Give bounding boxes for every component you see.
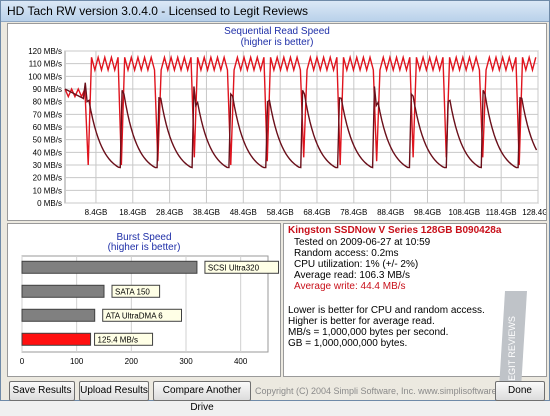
note-mbs: MB/s = 1,000,000 bytes per second.	[288, 327, 449, 338]
y-tick-label: 0 MB/s	[37, 199, 62, 208]
y-tick-label: 60 MB/s	[33, 123, 62, 132]
burst-bar-label: 125.4 MB/s	[98, 335, 138, 344]
burst-x-tick-label: 200	[125, 357, 139, 366]
burst-bar	[21, 284, 105, 298]
x-tick-label: 48.4GB	[230, 208, 257, 217]
note-higher-better: Higher is better for average read.	[288, 316, 435, 327]
app-window: HD Tach RW version 3.0.4.0 - Licensed to…	[0, 0, 550, 413]
read-chart-plot: 120 MB/s 110 MB/s 100 MB/s 90 MB/s 80 MB/s 70…	[28, 47, 546, 217]
drive-name: Kingston SSDNow V Series 128GB B090428a	[288, 225, 502, 236]
compare-another-drive-button[interactable]: Compare Another Drive	[153, 381, 251, 413]
y-tick-label: 120 MB/s	[28, 47, 62, 56]
burst-bar	[21, 308, 96, 322]
tested-date: Tested on 2009-06-27 at 10:59	[294, 237, 431, 248]
burst-speed-chart: Burst Speed (higher is better) 0 100 200 30…	[7, 223, 281, 377]
save-results-button[interactable]: Save Results	[9, 381, 75, 401]
burst-bar-label: SCSI Ultra320	[208, 263, 260, 272]
x-tick-label: 118.4GB	[486, 208, 517, 217]
y-tick-label: 20 MB/s	[33, 174, 62, 183]
x-tick-label: 68.4GB	[303, 208, 330, 217]
y-tick-label: 90 MB/s	[33, 85, 62, 94]
y-tick-label: 110 MB/s	[29, 60, 62, 69]
x-tick-label: 78.4GB	[340, 208, 367, 217]
burst-x-tick-label: 400	[234, 357, 248, 366]
average-read: Average read: 106.3 MB/s	[294, 270, 410, 281]
cpu-utilization: CPU utilization: 1% (+/- 2%)	[294, 259, 419, 270]
y-tick-label: 100 MB/s	[28, 72, 62, 81]
burst-x-tick-label: 100	[70, 357, 84, 366]
note-gb: GB = 1,000,000,000 bytes.	[288, 338, 408, 349]
upload-results-button[interactable]: Upload Results	[79, 381, 149, 401]
y-tick-label: 70 MB/s	[33, 110, 62, 119]
burst-bar	[21, 260, 198, 274]
burst-bar	[21, 332, 92, 346]
x-tick-label: 28.4GB	[156, 208, 183, 217]
sequential-read-chart: Sequential Read Speed (higher is better)…	[7, 23, 547, 221]
x-tick-label: 128.4GB	[522, 208, 546, 217]
legit-reviews-logo: LEGIT REVIEWS	[499, 291, 527, 389]
window-title: HD Tach RW version 3.0.4.0 - Licensed to…	[7, 4, 309, 18]
x-tick-label: 98.4GB	[414, 208, 441, 217]
done-button[interactable]: Done	[495, 381, 545, 401]
x-tick-label: 8.4GB	[85, 208, 108, 217]
svg-text:LEGIT REVIEWS: LEGIT REVIEWS	[507, 316, 517, 386]
burst-bar-label: ATA UltraDMA 6	[106, 311, 164, 320]
x-tick-label: 108.4GB	[449, 208, 481, 217]
y-tick-label: 40 MB/s	[33, 148, 62, 157]
y-tick-label: 80 MB/s	[33, 98, 62, 107]
x-tick-label: 38.4GB	[193, 208, 220, 217]
y-tick-label: 50 MB/s	[33, 136, 62, 145]
burst-x-tick-label: 0	[20, 357, 25, 366]
average-write: Average write: 44.4 MB/s	[294, 281, 406, 292]
x-tick-label: 18.4GB	[119, 208, 146, 217]
burst-chart-plot: 0 100 200 300 400 SCSI Ultra320 SATA 150 ATA Ul…	[20, 255, 280, 366]
burst-bar-label: SATA 150	[115, 287, 150, 296]
burst-x-tick-label: 300	[179, 357, 193, 366]
title-bar: HD Tach RW version 3.0.4.0 - Licensed to…	[1, 1, 549, 22]
y-tick-label: 10 MB/s	[33, 186, 62, 195]
copyright-text: Copyright (C) 2004 Simpli Software, Inc.…	[255, 386, 517, 396]
y-tick-label: 30 MB/s	[33, 161, 62, 170]
random-access: Random access: 0.2ms	[294, 248, 399, 259]
x-tick-label: 88.4GB	[377, 208, 404, 217]
x-tick-label: 58.4GB	[267, 208, 294, 217]
note-lower-better: Lower is better for CPU and random acces…	[288, 305, 485, 316]
